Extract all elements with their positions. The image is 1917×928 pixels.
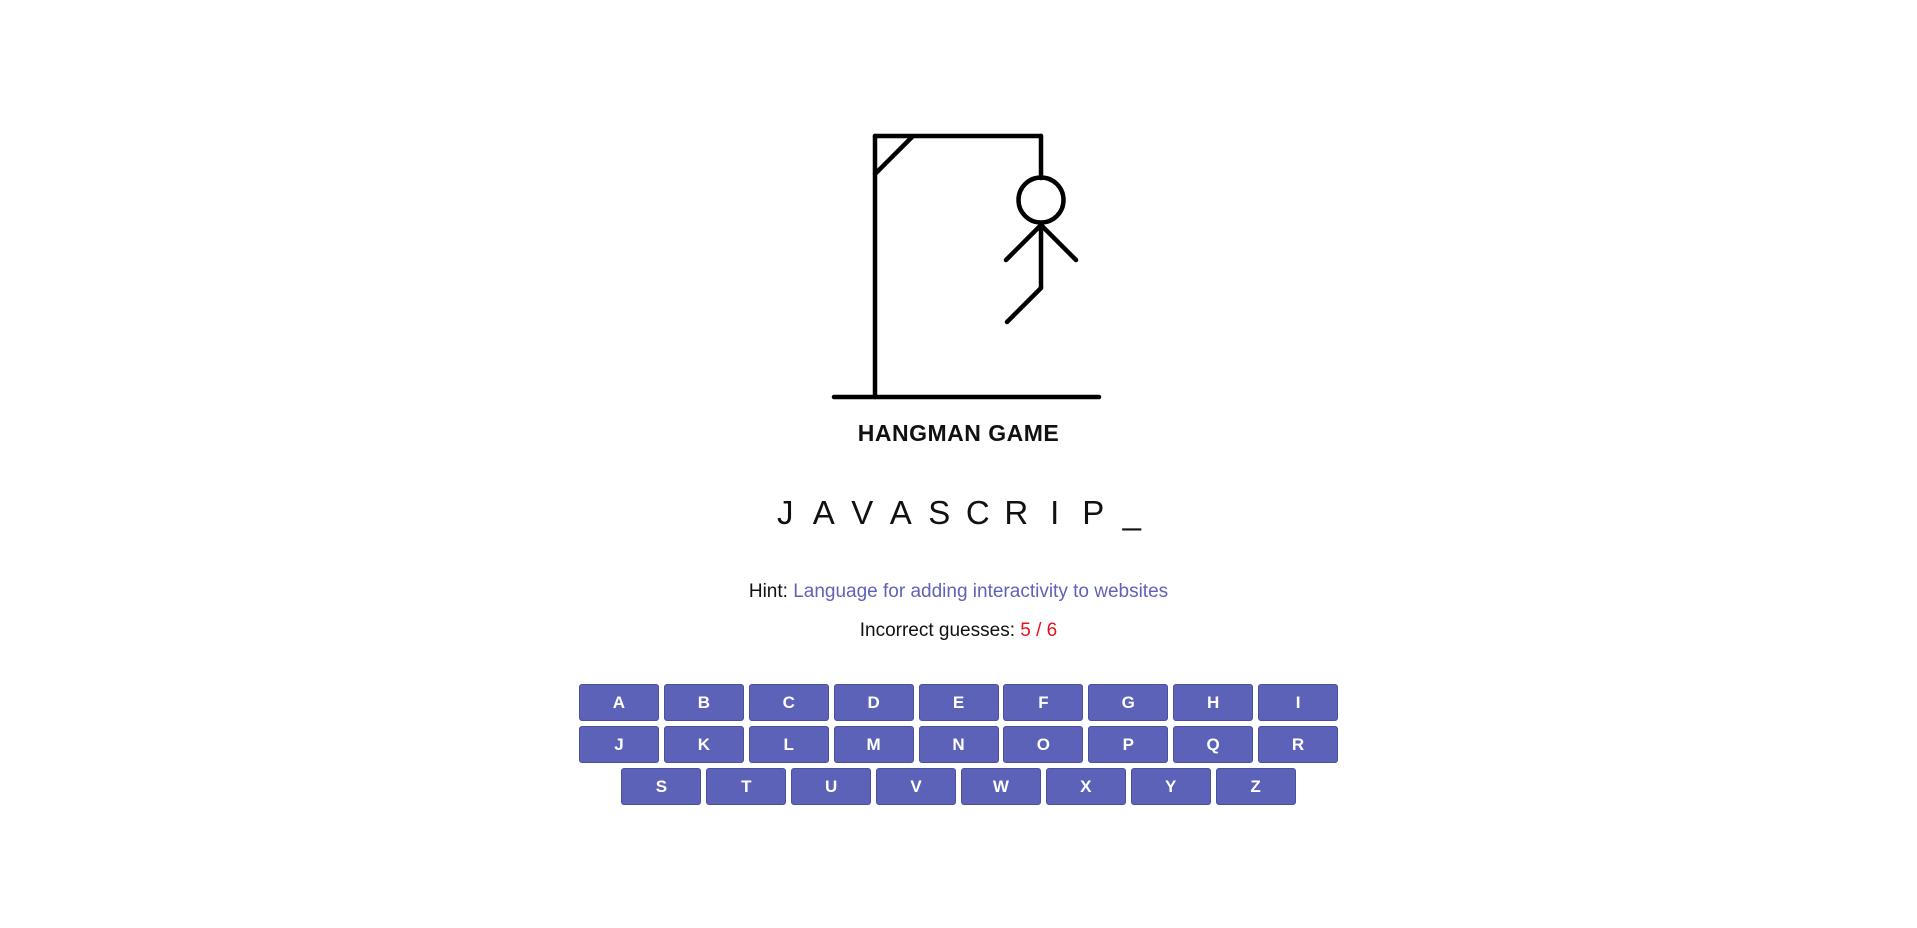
word-letter: P [1082, 494, 1105, 531]
keyboard-row: J K L M N O P Q R [0, 725, 1917, 763]
keyboard-row: A B C D E F G H I [0, 684, 1917, 721]
hangman-left-arm [1003, 222, 1044, 263]
hangman-left-leg [1004, 285, 1044, 325]
letter-key-t[interactable]: T [706, 767, 787, 805]
letter-key-q[interactable]: Q [1173, 725, 1254, 763]
keyboard-row: S T U V W X Y Z [0, 767, 1917, 805]
letter-key-v[interactable]: V [876, 767, 957, 805]
letter-key-s[interactable]: S [621, 767, 702, 805]
letter-key-c[interactable]: C [748, 684, 829, 721]
word-letter: J [777, 494, 794, 531]
incorrect-guesses-count: 5 / 6 [1020, 620, 1058, 641]
game-title: HANGMAN GAME [857, 420, 1060, 446]
word-letter: S [928, 494, 951, 531]
letter-key-k[interactable]: K [663, 725, 744, 763]
hint: Hint: Language for adding interactivity … [0, 581, 1917, 603]
word-letter: C [965, 494, 990, 531]
word-letter: R [1004, 494, 1029, 531]
word-letter-blank: _ [1122, 494, 1141, 531]
letter-keyboard: A B C D E F G H I J K L M N O P Q R S T … [0, 684, 1917, 809]
word-letter: V [851, 494, 874, 531]
letter-key-r[interactable]: R [1258, 725, 1339, 763]
letter-key-f[interactable]: F [1003, 684, 1084, 721]
letter-key-b[interactable]: B [663, 684, 744, 721]
letter-key-u[interactable]: U [791, 767, 872, 805]
letter-key-d[interactable]: D [833, 684, 914, 721]
letter-key-z[interactable]: Z [1215, 767, 1296, 805]
hangman-head [1016, 175, 1066, 225]
letter-key-m[interactable]: M [833, 725, 914, 763]
letter-key-h[interactable]: H [1173, 684, 1254, 721]
letter-key-n[interactable]: N [918, 725, 999, 763]
incorrect-guesses: Incorrect guesses: 5 / 6 [0, 620, 1917, 642]
word-letter: I [1050, 494, 1060, 531]
word-letter: A [812, 494, 835, 531]
hint-text: Language for adding interactivity to web… [793, 581, 1169, 602]
letter-key-i[interactable]: I [1258, 684, 1339, 721]
letter-key-x[interactable]: X [1045, 767, 1126, 805]
incorrect-guesses-label: Incorrect guesses: [859, 620, 1015, 641]
letter-key-e[interactable]: E [918, 684, 999, 721]
letter-key-l[interactable]: L [748, 725, 829, 763]
word-letter: A [889, 494, 912, 531]
letter-key-p[interactable]: P [1088, 725, 1169, 763]
letter-key-g[interactable]: G [1088, 684, 1169, 721]
letter-key-o[interactable]: O [1003, 725, 1084, 763]
letter-key-a[interactable]: A [578, 684, 659, 721]
gallows-brace [872, 134, 915, 177]
letter-key-j[interactable]: J [578, 725, 659, 763]
hint-label: Hint: [748, 581, 788, 602]
hangman-right-arm [1038, 222, 1079, 263]
word-display: J A V A S C R I P _ [0, 490, 1917, 536]
letter-key-y[interactable]: Y [1130, 767, 1211, 805]
letter-key-w[interactable]: W [960, 767, 1041, 805]
